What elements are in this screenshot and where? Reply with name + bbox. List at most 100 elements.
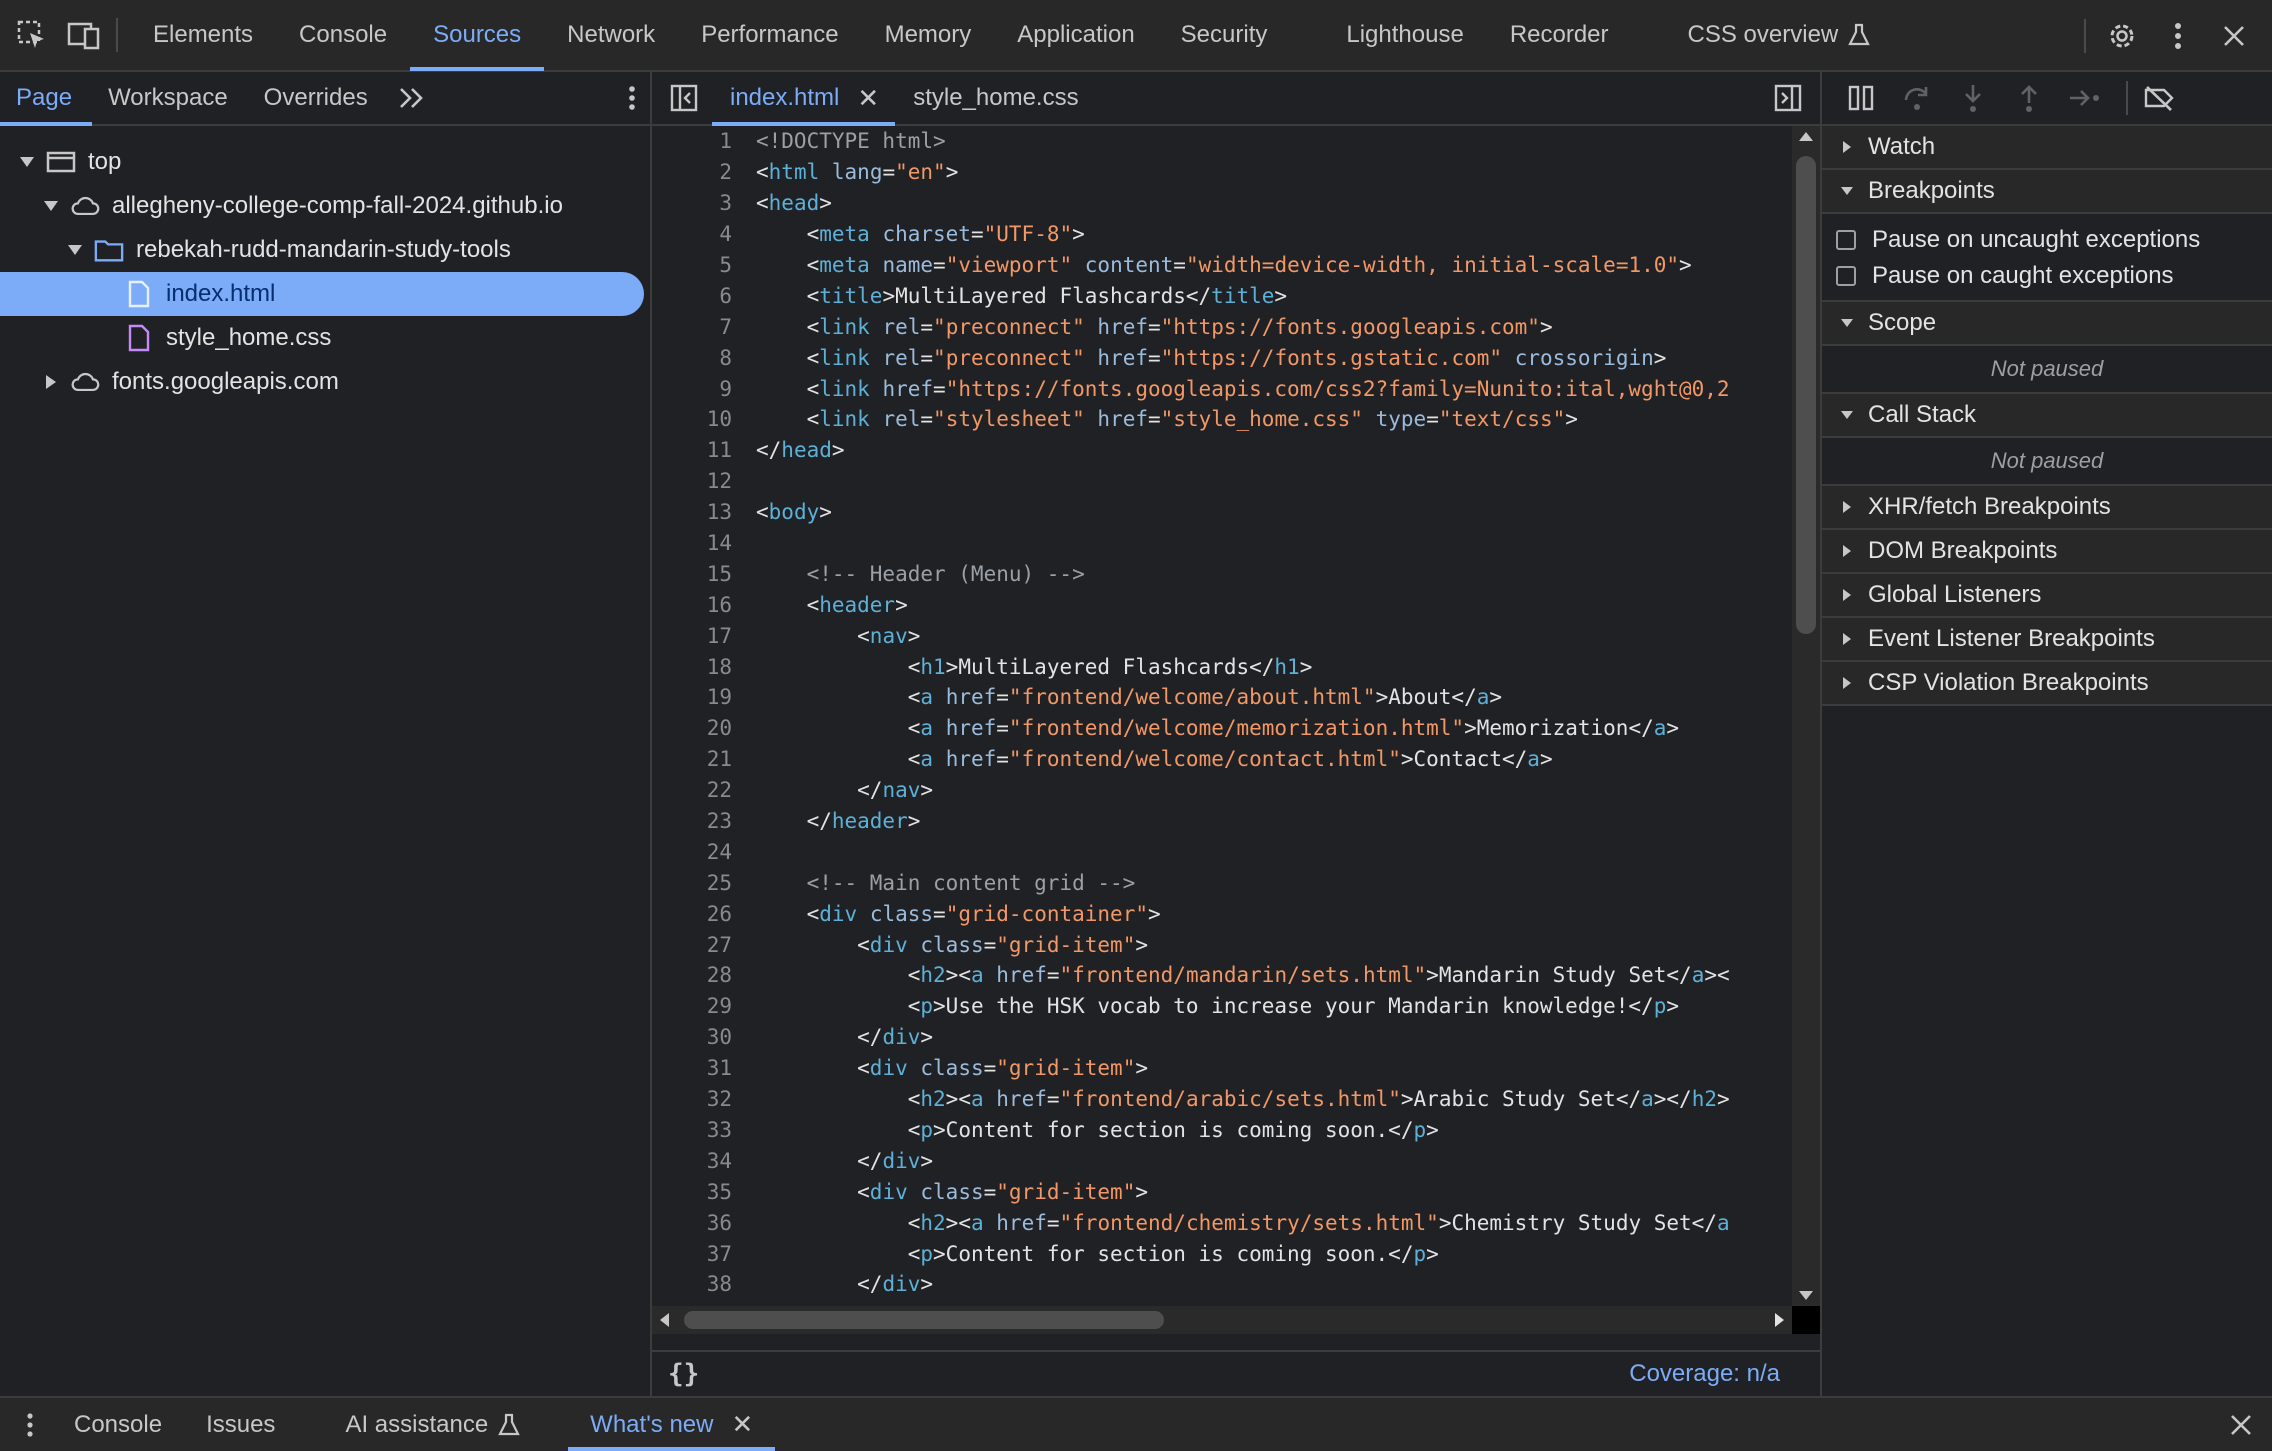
line-number[interactable]: 9 [652,377,756,401]
tree-item-style-css[interactable]: style_home.css [0,316,650,360]
code-line[interactable]: 1 <!DOCTYPE html> [652,126,1792,157]
code-line[interactable]: 16 <header> [652,589,1792,620]
line-number[interactable]: 30 [652,1025,756,1049]
line-number[interactable]: 16 [652,593,756,617]
line-number[interactable]: 14 [652,531,756,555]
coverage-status[interactable]: Coverage: n/a [1629,1360,1780,1388]
drawer-tab-whats-new[interactable]: What's new ✕ [568,1398,776,1451]
tab-security[interactable]: Security [1158,0,1324,71]
line-number[interactable]: 5 [652,253,756,277]
tree-item-index-html[interactable]: index.html [0,272,644,316]
vertical-scroll-thumb[interactable] [1796,156,1816,634]
step-icon[interactable] [2062,78,2108,118]
line-number[interactable]: 19 [652,685,756,709]
line-number[interactable]: 17 [652,624,756,648]
collapsed-triangle-icon[interactable] [40,371,62,393]
pause-uncaught-checkbox[interactable] [1836,230,1856,250]
code-line[interactable]: 28 <h2><a href="frontend/mandarin/sets.h… [652,960,1792,991]
tab-elements[interactable]: Elements [130,0,276,71]
code-line[interactable]: 7 <link rel="preconnect" href="https://f… [652,311,1792,342]
line-number[interactable]: 32 [652,1087,756,1111]
line-number[interactable]: 24 [652,840,756,864]
pause-uncaught-checkbox-row[interactable]: Pause on uncaught exceptions [1822,222,2272,258]
code-line[interactable]: 26 <div class="grid-container"> [652,898,1792,929]
code-line[interactable]: 20 <a href="frontend/welcome/memorizatio… [652,713,1792,744]
line-number[interactable]: 12 [652,469,756,493]
code-line[interactable]: 12 [652,466,1792,497]
subtab-overrides[interactable]: Overrides [248,72,388,124]
code-line[interactable]: 34 </div> [652,1145,1792,1176]
line-number[interactable]: 4 [652,222,756,246]
code-line[interactable]: 21 <a href="frontend/welcome/contact.htm… [652,744,1792,775]
expanded-triangle-icon[interactable] [64,239,86,261]
section-call-stack[interactable]: Call Stack [1822,394,2272,438]
close-tab-icon[interactable]: ✕ [731,1409,753,1440]
code-line[interactable]: 18 <h1>MultiLayered Flashcards</h1> [652,651,1792,682]
code-line[interactable]: 37 <p>Content for section is coming soon… [652,1238,1792,1269]
section-csp-violation-breakpoints[interactable]: CSP Violation Breakpoints [1822,662,2272,706]
drawer-tab-issues[interactable]: Issues [184,1398,323,1451]
line-number[interactable]: 38 [652,1272,756,1296]
pause-caught-checkbox[interactable] [1836,266,1856,286]
code-line[interactable]: 17 <nav> [652,620,1792,651]
code-line[interactable]: 31 <div class="grid-item"> [652,1053,1792,1084]
code-line[interactable]: 5 <meta name="viewport" content="width=d… [652,250,1792,281]
code-line[interactable]: 9 <link href="https://fonts.googleapis.c… [652,373,1792,404]
code-line[interactable]: 36 <h2><a href="frontend/chemistry/sets.… [652,1207,1792,1238]
line-number[interactable]: 33 [652,1118,756,1142]
scroll-down-arrow-icon[interactable] [1799,1291,1813,1300]
section-dom-breakpoints[interactable]: DOM Breakpoints [1822,530,2272,574]
code-line[interactable]: 3 <head> [652,188,1792,219]
line-number[interactable]: 20 [652,716,756,740]
scroll-right-arrow-icon[interactable] [1775,1313,1784,1327]
line-number[interactable]: 11 [652,438,756,462]
step-over-icon[interactable] [1894,78,1940,118]
editor-tab-index-html[interactable]: index.html ✕ [712,72,896,126]
code-line[interactable]: 25 <!-- Main content grid --> [652,867,1792,898]
section-event-listener-breakpoints[interactable]: Event Listener Breakpoints [1822,618,2272,662]
line-number[interactable]: 36 [652,1211,756,1235]
tab-memory[interactable]: Memory [862,0,995,71]
line-number[interactable]: 6 [652,284,756,308]
inspect-element-icon[interactable] [12,15,52,55]
code-line[interactable]: 2 <html lang="en"> [652,157,1792,188]
pause-caught-checkbox-row[interactable]: Pause on caught exceptions [1822,258,2272,294]
tab-sources[interactable]: Sources [410,0,545,71]
toggle-navigator-icon[interactable] [652,72,712,124]
code-line[interactable]: 35 <div class="grid-item"> [652,1176,1792,1207]
line-number[interactable]: 26 [652,902,756,926]
step-into-icon[interactable] [1950,78,1996,118]
tab-console[interactable]: Console [276,0,410,71]
step-out-icon[interactable] [2006,78,2052,118]
more-tabs-chevron-icon[interactable] [388,72,436,124]
close-devtools-icon[interactable] [2216,18,2252,54]
line-number[interactable]: 23 [652,809,756,833]
tab-css-overview[interactable]: CSS overview [1665,0,1894,71]
code-line[interactable]: 6 <title>MultiLayered Flashcards</title> [652,280,1792,311]
subtab-page[interactable]: Page [0,72,93,126]
more-options-icon[interactable] [2160,18,2196,54]
device-toolbar-icon[interactable] [64,15,104,55]
line-number[interactable]: 22 [652,778,756,802]
drawer-tab-ai-assistance[interactable]: AI assistance [323,1398,568,1451]
section-global-listeners[interactable]: Global Listeners [1822,574,2272,618]
line-number[interactable]: 10 [652,407,756,431]
pause-resume-icon[interactable] [1838,78,1884,118]
code-line[interactable]: 14 [652,528,1792,559]
line-number[interactable]: 8 [652,346,756,370]
drawer-tab-console[interactable]: Console [52,1398,184,1451]
code-line[interactable]: 15 <!-- Header (Menu) --> [652,558,1792,589]
line-number[interactable]: 7 [652,315,756,339]
line-number[interactable]: 15 [652,562,756,586]
line-number[interactable]: 2 [652,160,756,184]
code-line[interactable]: 30 </div> [652,1022,1792,1053]
code-line[interactable]: 27 <div class="grid-item"> [652,929,1792,960]
tree-item-domain[interactable]: allegheny-college-comp-fall-2024.github.… [0,184,650,228]
line-number[interactable]: 13 [652,500,756,524]
section-watch[interactable]: Watch [1822,126,2272,170]
close-drawer-icon[interactable] [2230,1398,2252,1451]
code-line[interactable]: 19 <a href="frontend/welcome/about.html"… [652,682,1792,713]
code-line[interactable]: 24 [652,836,1792,867]
code-line[interactable]: 11 </head> [652,435,1792,466]
expanded-triangle-icon[interactable] [40,195,62,217]
